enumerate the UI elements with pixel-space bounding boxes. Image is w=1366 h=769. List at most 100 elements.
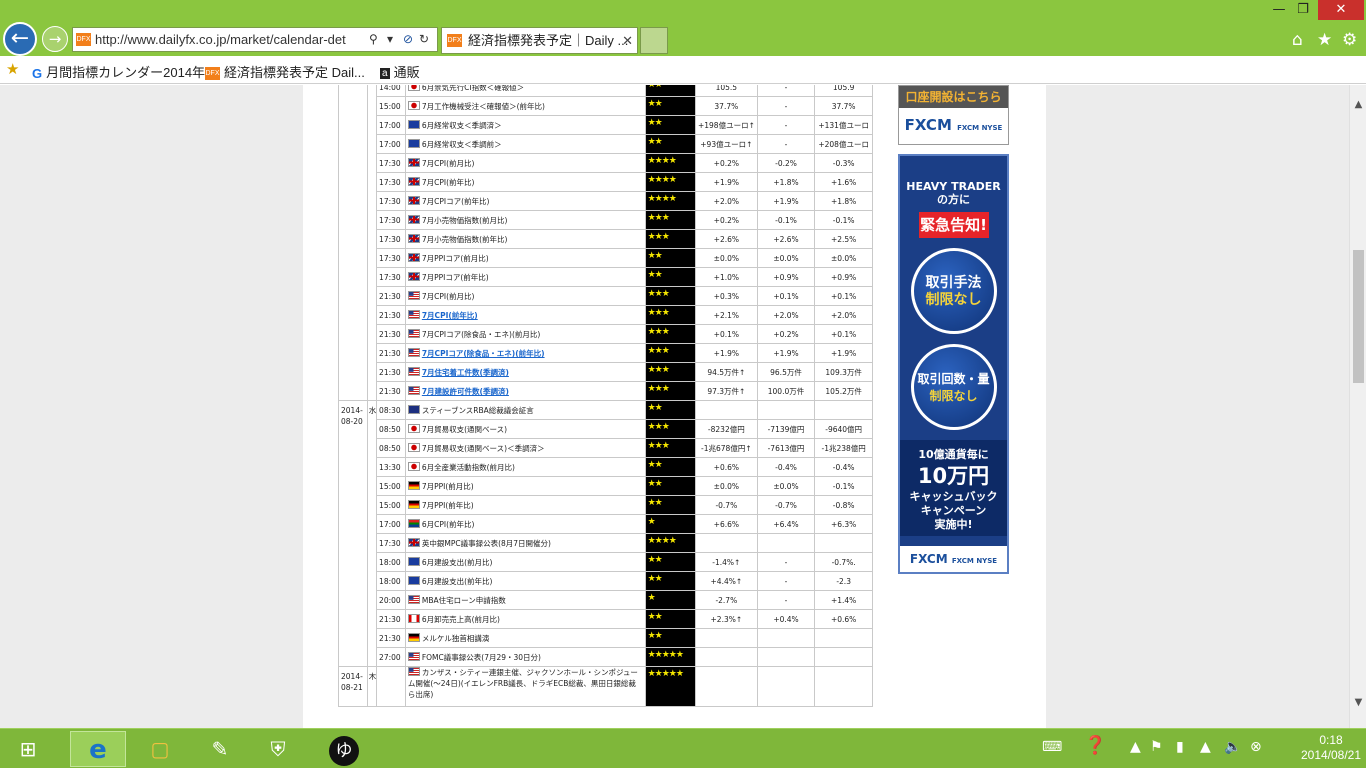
event-name: 6月経常収支＜季調前＞ bbox=[421, 139, 502, 149]
previous-value: ±0.0% bbox=[814, 248, 873, 268]
favorite-link-1[interactable]: G 月間指標カレンダー2014年... bbox=[32, 62, 216, 81]
previous-value: +1.9% bbox=[814, 343, 873, 363]
event-link[interactable]: 7月建設許可件数(季調済) bbox=[422, 387, 509, 396]
forecast-value: +6.4% bbox=[756, 514, 816, 534]
previous-value: +208億ユーロ bbox=[814, 134, 873, 154]
fxcm-logo: FXCM FXCM NYSE bbox=[904, 116, 1003, 134]
event-name: 6月建設支出(前月比) bbox=[421, 557, 493, 567]
flag-eu-icon bbox=[407, 575, 420, 585]
favorites-star-icon[interactable]: ★ bbox=[1317, 30, 1332, 50]
flag-us-icon bbox=[407, 651, 420, 661]
ad-heading: HEAVY TRADER の方に bbox=[906, 180, 1001, 206]
actual-value: ±0.0% bbox=[694, 476, 758, 496]
date-cell: 2014-08-21 bbox=[338, 666, 368, 707]
tab-close-icon[interactable]: ✕ bbox=[622, 28, 633, 53]
page-viewport: 14:00 6月景気先行CI指数＜確報値＞ ★★ 105.5-105.9 15:00 7月… bbox=[0, 85, 1349, 728]
event-name: メルケル独首相講演 bbox=[421, 633, 490, 643]
table-row: 17:30 7月PPIコア(前月比) ★★ ±0.0% ±0.0% ±0.0% bbox=[339, 248, 873, 268]
flag-eu-icon bbox=[407, 119, 420, 129]
table-row: 21:30 7月CPI(前月比) ★★★ +0.3% +0.1% +0.1% bbox=[339, 286, 873, 306]
compat-view-icon[interactable]: ⊘ bbox=[403, 28, 413, 51]
time-cell: 17:30 bbox=[376, 210, 406, 230]
help-icon[interactable]: ❓ bbox=[1084, 735, 1106, 756]
forward-button[interactable]: → bbox=[42, 26, 68, 52]
tray-expand-icon[interactable]: ▲ bbox=[1130, 739, 1141, 755]
search-icon[interactable]: ⚲ bbox=[369, 28, 378, 51]
ie-icon[interactable]: e bbox=[70, 731, 126, 767]
back-button[interactable]: ← bbox=[3, 22, 37, 56]
event-cell: 7月PPIコア(前年比) bbox=[404, 267, 646, 287]
forecast-value: - bbox=[756, 590, 816, 610]
event-name: FOMC議事録公表(7月29・30日分) bbox=[421, 652, 541, 662]
paint-icon[interactable]: ✎ bbox=[192, 731, 248, 767]
table-row: 17:30 7月小売物価指数(前月比) ★★★ +0.2% -0.1% -0.1% bbox=[339, 210, 873, 230]
forecast-value: 100.0万件 bbox=[756, 381, 816, 401]
start-icon[interactable]: ⊞ bbox=[0, 731, 56, 767]
previous-value: +6.3% bbox=[814, 514, 873, 534]
flag-de-icon bbox=[407, 632, 420, 642]
tab-active[interactable]: DFX 経済指標発表予定｜Daily ... ✕ bbox=[441, 27, 638, 54]
volume-icon[interactable]: 🔈 bbox=[1224, 739, 1241, 755]
forecast-value: -7139億円 bbox=[756, 419, 816, 439]
maximize-icon[interactable]: ❐ bbox=[1288, 0, 1318, 20]
event-cell: 7月PPIコア(前月比) bbox=[404, 248, 646, 268]
time-cell: 17:30 bbox=[376, 191, 406, 211]
event-cell: 6月全産業活動指数(前月比) bbox=[404, 457, 646, 477]
yu-app-icon[interactable]: ゆ bbox=[316, 731, 372, 767]
previous-value: +0.1% bbox=[814, 286, 873, 306]
table-row: 08:50 7月貿易収支(通関ベース)＜季調済＞ ★★★ -1兆678億円↑ -7613… bbox=[339, 438, 873, 458]
forecast-value: 96.5万件 bbox=[756, 362, 816, 382]
settings-gear-icon[interactable]: ⚙ bbox=[1342, 30, 1357, 50]
scroll-down-icon[interactable]: ▼ bbox=[1350, 697, 1366, 708]
event-cell[interactable]: 7月建設許可件数(季調済) bbox=[404, 381, 646, 401]
ad-urgent: 緊急告知! bbox=[918, 212, 989, 238]
event-link[interactable]: 7月CPIコア(除食品・エネ)(前年比) bbox=[422, 349, 545, 358]
table-row: 17:00 6月経常収支＜季調前＞ ★★ +93億ユーロ↑ - +208億ユーロ bbox=[339, 134, 873, 154]
flag-gb-icon bbox=[407, 214, 420, 224]
forecast-value: -0.4% bbox=[756, 457, 816, 477]
flag-gb-icon bbox=[407, 176, 420, 186]
event-link[interactable]: 7月住宅着工件数(季調済) bbox=[422, 368, 509, 377]
heavy-trader-ad[interactable]: HEAVY TRADER の方に 緊急告知! 取引手法 制限なし 取引回数・量 制限な… bbox=[898, 154, 1009, 574]
table-row: 15:00 7月工作機械受注＜確報値＞(前年比) ★★ 37.7% -37.7% bbox=[339, 96, 873, 116]
actual-value: -8232億円 bbox=[694, 419, 758, 439]
flag-de-icon bbox=[407, 480, 420, 490]
network-icon[interactable]: ▲ bbox=[1200, 739, 1211, 755]
flag-ca-icon bbox=[407, 613, 420, 623]
shield-app-icon[interactable]: ⛨ bbox=[250, 731, 306, 767]
account-open-ad[interactable]: 口座開設はこちら FXCM FXCM NYSE bbox=[898, 85, 1009, 145]
notification-icon[interactable]: ⊗ bbox=[1250, 739, 1262, 755]
importance-stars: ★★ bbox=[644, 85, 696, 97]
event-cell[interactable]: 7月CPIコア(除食品・エネ)(前年比) bbox=[404, 343, 646, 363]
table-row: 21:30 7月住宅着工件数(季調済) ★★★ 94.5万件↑ 96.5万件 109.3万… bbox=[339, 362, 873, 382]
flag-gb-icon bbox=[407, 537, 420, 547]
close-icon[interactable]: ✕ bbox=[1318, 0, 1364, 20]
event-link[interactable]: 7月CPI(前年比) bbox=[422, 311, 478, 320]
add-favorites-icon[interactable]: ★ bbox=[6, 60, 19, 78]
time-cell: 08:50 bbox=[376, 438, 406, 458]
scroll-thumb[interactable] bbox=[1353, 250, 1364, 383]
new-tab-button[interactable] bbox=[640, 27, 668, 54]
favorite-link-3[interactable]: a 通販 bbox=[380, 62, 420, 81]
flag-icon[interactable]: ⚑ bbox=[1150, 739, 1163, 755]
clock[interactable]: 0:18 2014/08/21 bbox=[1298, 733, 1364, 763]
forecast-value: -0.7% bbox=[756, 495, 816, 515]
event-cell[interactable]: 7月住宅着工件数(季調済) bbox=[404, 362, 646, 382]
previous-value: +2.5% bbox=[814, 229, 873, 249]
table-row: 18:00 6月建設支出(前年比) ★★ +4.4%↑ - -2.3 bbox=[339, 571, 873, 591]
battery-icon[interactable]: ▮ bbox=[1176, 739, 1184, 755]
dropdown-icon[interactable]: ▾ bbox=[387, 28, 393, 51]
time-cell: 17:30 bbox=[376, 153, 406, 173]
ad-circle-method: 取引手法 制限なし bbox=[910, 248, 997, 334]
explorer-icon[interactable]: ▢ bbox=[132, 731, 188, 767]
event-cell[interactable]: 7月CPI(前年比) bbox=[404, 305, 646, 325]
keyboard-icon[interactable]: ⌨ bbox=[1042, 739, 1062, 755]
favorite-link-2[interactable]: DFX 経済指標発表予定 Dail... bbox=[205, 62, 365, 81]
scroll-up-icon[interactable]: ▲ bbox=[1350, 99, 1366, 110]
address-bar[interactable]: DFX http://www.dailyfx.co.jp/market/cale… bbox=[72, 27, 438, 52]
event-name: カンザス・シティー連銀主催、ジャクソンホール・シンポジューム開催(～24日)(イ… bbox=[407, 668, 638, 699]
refresh-icon[interactable]: ↻ bbox=[419, 28, 429, 51]
home-icon[interactable]: ⌂ bbox=[1292, 30, 1303, 50]
table-row: 17:30 7月CPI(前月比) ★★★★ +0.2% -0.2% -0.3% bbox=[339, 153, 873, 173]
vertical-scrollbar[interactable]: ▲ ▼ bbox=[1349, 85, 1366, 728]
